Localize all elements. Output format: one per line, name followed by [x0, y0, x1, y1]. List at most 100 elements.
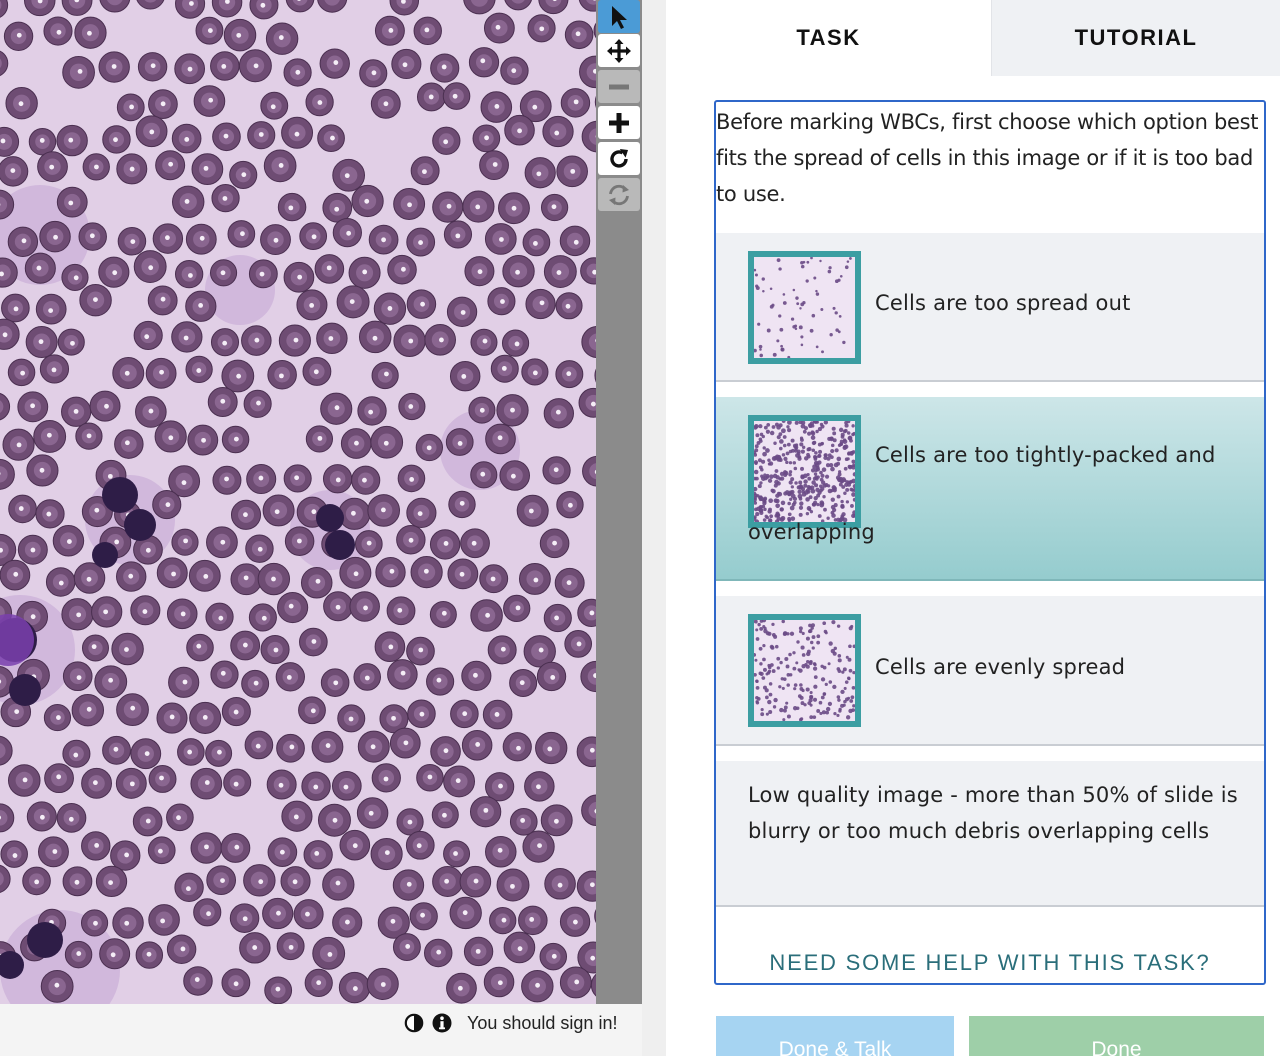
- thumbnail-cell: [809, 640, 814, 645]
- thumbnail-cell: [793, 683, 798, 687]
- red-blood-cell: [40, 969, 74, 1003]
- red-blood-cell: [430, 53, 460, 83]
- red-blood-cell: [278, 324, 311, 357]
- red-blood-cell: [24, 252, 56, 284]
- red-blood-cell: [44, 763, 74, 794]
- red-blood-cell: [81, 634, 109, 662]
- answer-low-quality-image[interactable]: Low quality image - more than 50% of sli…: [716, 761, 1264, 907]
- red-blood-cell: [366, 967, 399, 1000]
- thumbnail-cell: [842, 340, 846, 345]
- thumbnail-cell: [820, 307, 824, 311]
- red-blood-cell: [0, 156, 29, 187]
- contrast-icon[interactable]: [404, 1013, 424, 1033]
- red-blood-cell: [155, 150, 186, 181]
- red-blood-cell: [56, 124, 88, 157]
- red-blood-cell: [263, 149, 297, 183]
- white-blood-cell: [316, 504, 344, 532]
- answer-too-spread-out[interactable]: Cells are too spread out: [716, 233, 1264, 382]
- red-blood-cell: [409, 902, 438, 931]
- red-blood-cell: [156, 702, 188, 734]
- pointer-tool-button[interactable]: [598, 0, 640, 33]
- red-blood-cell: [7, 764, 41, 797]
- thumbnail-cell: [804, 662, 808, 667]
- red-blood-cell: [115, 767, 147, 799]
- thumbnail-cell: [779, 660, 783, 665]
- thumbnail-cell: [765, 672, 769, 676]
- done-and-talk-button[interactable]: Done & Talk: [716, 1016, 954, 1056]
- thumbnail-cell: [812, 666, 818, 671]
- thumbnail-cell: [809, 328, 814, 333]
- reset-button[interactable]: [598, 178, 640, 211]
- red-blood-cell: [102, 735, 131, 765]
- red-blood-cell: [559, 906, 591, 937]
- help-link[interactable]: NEED SOME HELP WITH THIS TASK?: [716, 950, 1264, 976]
- red-blood-cell: [5, 87, 38, 120]
- thumbnail-cell: [757, 622, 761, 627]
- thumbnail-cell: [836, 713, 840, 718]
- answer-label: Cells are too spread out: [875, 291, 1131, 315]
- thumbnail-cell: [807, 629, 812, 634]
- info-icon[interactable]: [432, 1013, 452, 1033]
- red-blood-cell: [317, 124, 345, 153]
- answer-too-tightly-packed[interactable]: Cells are too tightly-packed and overlap…: [716, 397, 1264, 581]
- tab-tutorial[interactable]: TUTORIAL: [991, 0, 1280, 76]
- answer-evenly-spread[interactable]: Cells are evenly spread: [716, 596, 1264, 746]
- red-blood-cell: [502, 254, 535, 288]
- thumbnail-cell: [821, 710, 826, 715]
- thumbnail-cell: [792, 706, 798, 711]
- red-blood-cell: [518, 905, 548, 936]
- thumbnail-cell: [850, 624, 854, 629]
- red-blood-cell: [406, 636, 435, 666]
- tab-task[interactable]: TASK: [666, 0, 991, 76]
- red-blood-cell: [556, 155, 588, 188]
- red-blood-cell: [416, 763, 444, 792]
- red-blood-cell: [370, 425, 404, 459]
- red-blood-cell: [190, 832, 222, 864]
- thumbnail-cell: [837, 669, 842, 673]
- red-blood-cell: [111, 632, 144, 666]
- red-blood-cell: [260, 224, 291, 256]
- red-blood-cell: [432, 126, 461, 155]
- thumbnail-cell: [759, 627, 764, 631]
- red-blood-cell: [554, 567, 585, 598]
- thumbnail-cell: [808, 623, 812, 628]
- thumbnail-cell: [762, 643, 766, 648]
- red-blood-cell: [429, 529, 461, 560]
- red-blood-cell: [133, 320, 163, 351]
- red-blood-cell: [371, 361, 399, 390]
- red-blood-cell: [81, 767, 113, 799]
- rotate-button[interactable]: [598, 142, 640, 175]
- red-blood-cell: [446, 972, 477, 1004]
- thumbnail-cell: [799, 307, 802, 310]
- thumbnail-cell: [845, 715, 851, 720]
- even-cells-thumbnail: [754, 620, 855, 721]
- thumbnail-cell: [783, 631, 788, 636]
- red-blood-cell: [367, 494, 401, 527]
- thumbnail-cell: [846, 676, 851, 680]
- thumbnail-cell: [827, 269, 832, 274]
- red-blood-cell: [544, 867, 576, 900]
- red-blood-cell: [322, 464, 353, 494]
- zoom-in-button[interactable]: [598, 106, 640, 139]
- move-tool-button[interactable]: [598, 34, 640, 67]
- thumbnail-cell: [847, 696, 851, 700]
- red-blood-cell: [247, 121, 276, 150]
- red-blood-cell: [207, 387, 238, 417]
- red-blood-cell: [266, 769, 297, 800]
- red-blood-cell: [443, 840, 471, 868]
- zoom-out-button[interactable]: [598, 70, 640, 103]
- blood-smear-image[interactable]: [0, 0, 596, 1004]
- thumbnail-cell: [759, 353, 764, 358]
- red-blood-cell: [359, 59, 388, 88]
- thumbnail-cell: [816, 634, 821, 639]
- red-blood-cell: [539, 942, 568, 971]
- subject-image-viewer[interactable]: [0, 0, 596, 1004]
- red-blood-cell: [332, 907, 363, 938]
- red-blood-cell: [174, 872, 204, 902]
- thumbnail-cell: [789, 631, 795, 636]
- red-blood-cell: [468, 396, 496, 424]
- red-blood-cell: [33, 420, 67, 453]
- red-blood-cell: [542, 115, 574, 148]
- done-button[interactable]: Done: [969, 1016, 1264, 1056]
- thumbnail-cell: [800, 701, 805, 706]
